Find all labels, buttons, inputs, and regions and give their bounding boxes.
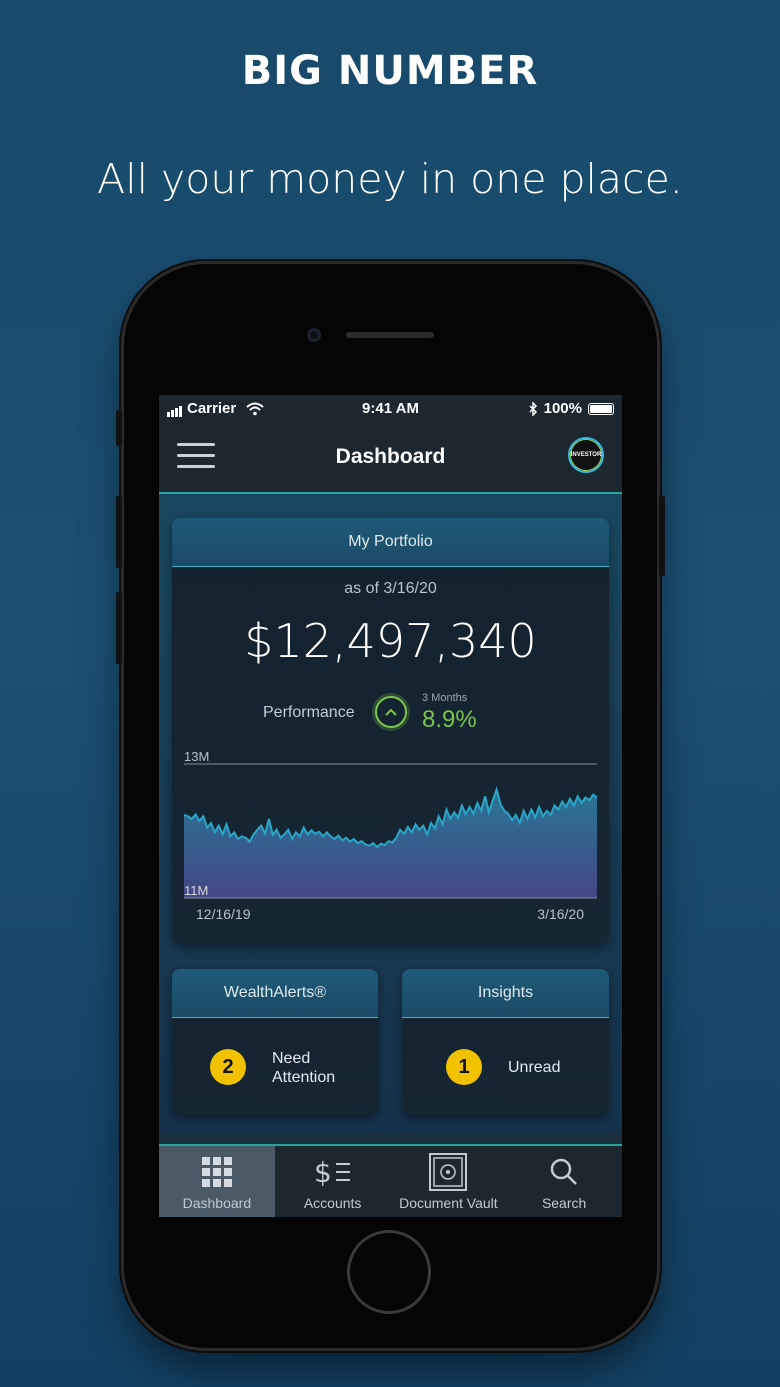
chart-x-end-label: 3/16/20 <box>537 906 584 922</box>
trend-up-icon <box>375 696 407 728</box>
portfolio-card[interactable]: My Portfolio as of 3/16/20 $12,497,340 P… <box>172 518 609 944</box>
performance-period: 3 Months <box>422 692 468 704</box>
tab-accounts[interactable]: $ Accounts <box>275 1146 391 1217</box>
nav-bar: Dashboard INVESTOR <box>159 421 622 494</box>
svg-text:$: $ <box>314 1156 332 1188</box>
wealth-alerts-title: WealthAlerts® <box>172 969 378 1018</box>
alerts-count-badge: 2 <box>210 1049 246 1085</box>
app-screen: Carrier 9:41 AM 100% Dashboard INVESTOR … <box>159 395 622 1217</box>
insights-title: Insights <box>402 969 609 1018</box>
power-button <box>659 496 665 576</box>
promo-headline: BIG NUMBER <box>241 48 539 94</box>
chart-x-start-label: 12/16/19 <box>196 906 251 922</box>
tab-search-label: Search <box>541 1195 587 1211</box>
page-title: Dashboard <box>335 445 446 468</box>
insights-card[interactable]: Insights 1 Unread <box>402 969 609 1115</box>
status-bar: Carrier 9:41 AM 100% <box>159 395 622 421</box>
alerts-status: Need Attention <box>272 1049 335 1087</box>
performance-value: 8.9% <box>422 706 477 733</box>
portfolio-chart: 13M 11M 12/16/19 3/16/20 <box>183 749 598 922</box>
as-of-date: as of 3/16/20 <box>344 580 437 597</box>
tab-accounts-label: Accounts <box>303 1195 362 1211</box>
tab-document-vault[interactable]: Document Vault <box>391 1146 507 1217</box>
chart-ymin-label: 11M <box>184 883 208 898</box>
battery-percent: 100% <box>543 400 582 417</box>
mute-switch <box>116 410 122 446</box>
insights-status: Unread <box>508 1059 561 1076</box>
tab-bar: Dashboard $ Accounts Document Vault Sear… <box>159 1144 622 1217</box>
front-camera <box>307 328 321 342</box>
phone-frame: Carrier 9:41 AM 100% Dashboard INVESTOR … <box>116 264 665 1348</box>
alerts-status-line2: Attention <box>272 1069 336 1086</box>
search-icon <box>506 1156 622 1188</box>
volume-up-button <box>116 496 122 568</box>
alerts-status-line1: Need <box>272 1050 311 1067</box>
earpiece-speaker <box>346 332 434 338</box>
status-right: 100% <box>529 400 614 417</box>
bluetooth-icon <box>529 401 537 416</box>
portfolio-card-title: My Portfolio <box>172 518 609 567</box>
performance-label: Performance <box>263 704 355 721</box>
wealth-alerts-card[interactable]: WealthAlerts® 2 Need Attention <box>172 969 378 1115</box>
chart-area <box>184 789 597 898</box>
battery-icon <box>588 402 614 415</box>
tab-search[interactable]: Search <box>506 1146 622 1217</box>
dollar-list-icon: $ <box>275 1156 391 1188</box>
home-button[interactable] <box>347 1230 431 1314</box>
grid-icon <box>159 1156 275 1188</box>
volume-down-button <box>116 592 122 664</box>
insights-count-badge: 1 <box>446 1049 482 1085</box>
investor-logo[interactable]: INVESTOR <box>568 437 604 473</box>
promo-subheadline: All your money in one place. <box>97 155 683 203</box>
dashboard-content: My Portfolio as of 3/16/20 $12,497,340 P… <box>159 494 622 1134</box>
tab-dashboard-label: Dashboard <box>182 1195 252 1211</box>
portfolio-total: $12,497,340 <box>244 614 537 668</box>
tab-dashboard[interactable]: Dashboard <box>159 1146 275 1217</box>
tab-document-vault-label: Document Vault <box>399 1195 498 1211</box>
chart-ymax-label: 13M <box>184 749 209 764</box>
vault-icon <box>391 1153 507 1191</box>
